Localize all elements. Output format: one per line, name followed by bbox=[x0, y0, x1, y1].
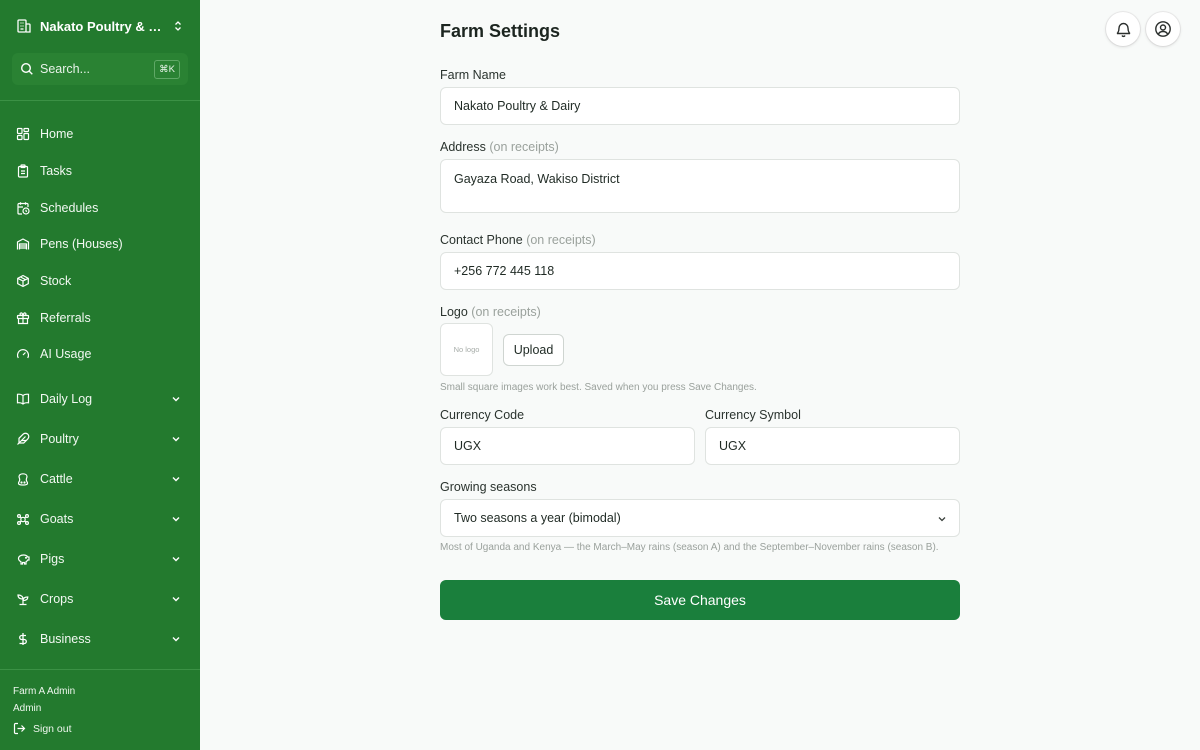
farm-switcher[interactable]: Nakato Poultry & Da... bbox=[0, 0, 200, 52]
logo-label: Logo (on receipts) bbox=[440, 305, 541, 319]
currency-symbol-label: Currency Symbol bbox=[705, 408, 801, 422]
sidebar-item-label: AI Usage bbox=[40, 347, 92, 362]
log-out-icon bbox=[13, 722, 26, 735]
gauge-icon bbox=[16, 347, 30, 361]
search-shortcut: ⌘K bbox=[154, 59, 180, 79]
divider bbox=[0, 100, 200, 101]
sign-out-button[interactable]: Sign out bbox=[13, 722, 72, 735]
upload-button[interactable]: Upload bbox=[503, 334, 564, 366]
chevron-down-icon bbox=[937, 514, 947, 524]
sidebar-group-crops[interactable]: Crops bbox=[0, 579, 200, 619]
sidebar-group-label: Poultry bbox=[40, 431, 79, 446]
sidebar-group-goats[interactable]: Goats bbox=[0, 499, 200, 539]
bell-icon bbox=[1115, 21, 1132, 38]
goat-icon bbox=[16, 512, 30, 526]
logo-preview: No logo bbox=[440, 323, 493, 376]
feather-icon bbox=[16, 432, 30, 446]
sidebar-group-label: Goats bbox=[40, 511, 74, 526]
farm-name-input[interactable]: Nakato Poultry & Dairy bbox=[440, 87, 960, 125]
address-textarea[interactable]: Gayaza Road, Wakiso District bbox=[440, 159, 960, 213]
chevron-down-icon bbox=[170, 553, 182, 565]
sidebar-item-label: Referrals bbox=[40, 310, 91, 325]
currency-symbol-input[interactable]: UGX bbox=[705, 427, 960, 465]
sidebar-group-label: Pigs bbox=[40, 551, 65, 566]
sidebar-item-label: Stock bbox=[40, 274, 72, 289]
user-circle-icon bbox=[1154, 20, 1172, 38]
dollar-icon bbox=[16, 632, 30, 646]
address-label: Address (on receipts) bbox=[440, 140, 559, 154]
currency-code-input[interactable]: UGX bbox=[440, 427, 695, 465]
seasons-label: Growing seasons bbox=[440, 480, 537, 494]
farm-name: Nakato Poultry & Da... bbox=[40, 18, 166, 34]
sidebar-group-business[interactable]: Business bbox=[0, 619, 200, 659]
sidebar-item-pens[interactable]: Pens (Houses) bbox=[0, 226, 200, 263]
search-input[interactable]: Search... ⌘K bbox=[12, 53, 188, 85]
search-placeholder: Search... bbox=[40, 62, 91, 76]
sidebar-group-label: Daily Log bbox=[40, 391, 93, 406]
cattle-icon bbox=[16, 472, 30, 486]
sidebar-item-tasks[interactable]: Tasks bbox=[0, 153, 200, 190]
chevron-down-icon bbox=[170, 633, 182, 645]
logo-help-text: Small square images work best. Saved whe… bbox=[440, 382, 757, 393]
chevron-down-icon bbox=[170, 433, 182, 445]
chevron-down-icon bbox=[170, 593, 182, 605]
chevron-down-icon bbox=[170, 393, 182, 405]
save-changes-button[interactable]: Save Changes bbox=[440, 580, 960, 620]
grid-icon bbox=[16, 127, 30, 141]
package-icon bbox=[16, 274, 30, 288]
seasons-select[interactable]: Two seasons a year (bimodal) bbox=[440, 499, 960, 537]
chevron-down-icon bbox=[170, 513, 182, 525]
sign-out-label: Sign out bbox=[33, 722, 72, 735]
account-button[interactable] bbox=[1146, 12, 1180, 46]
sidebar-item-label: Tasks bbox=[40, 164, 72, 179]
search-icon bbox=[20, 62, 34, 76]
clipboard-icon bbox=[16, 164, 30, 178]
user-info: Farm A Admin Admin bbox=[13, 684, 75, 717]
page-title: Farm Settings bbox=[440, 21, 561, 41]
sidebar-group-pigs[interactable]: Pigs bbox=[0, 539, 200, 579]
sidebar-group-poultry[interactable]: Poultry bbox=[0, 419, 200, 459]
farm-name-label: Farm Name bbox=[440, 68, 506, 82]
user-role: Admin bbox=[13, 702, 42, 714]
sidebar-group-daily-log[interactable]: Daily Log bbox=[0, 379, 200, 419]
warehouse-icon bbox=[16, 237, 30, 251]
book-open-icon bbox=[16, 392, 30, 406]
divider bbox=[0, 669, 200, 670]
notifications-button[interactable] bbox=[1106, 12, 1140, 46]
sidebar-item-home[interactable]: Home bbox=[0, 116, 200, 153]
chevrons-up-down-icon bbox=[172, 20, 184, 32]
sidebar-item-label: Home bbox=[40, 127, 74, 142]
sidebar-group-label: Crops bbox=[40, 591, 74, 606]
sidebar-item-referrals[interactable]: Referrals bbox=[0, 299, 200, 336]
chevron-down-icon bbox=[170, 473, 182, 485]
sidebar-item-label: Schedules bbox=[40, 200, 99, 215]
sidebar-item-schedules[interactable]: Schedules bbox=[0, 189, 200, 226]
seasons-help-text: Most of Uganda and Kenya — the March–May… bbox=[440, 542, 939, 553]
piggy-icon bbox=[16, 552, 30, 566]
calendar-clock-icon bbox=[16, 201, 30, 215]
currency-code-label: Currency Code bbox=[440, 408, 525, 422]
sidebar: Nakato Poultry & Da... Search... ⌘K Home… bbox=[0, 0, 200, 750]
sidebar-group-label: Cattle bbox=[40, 471, 73, 486]
building-icon bbox=[16, 18, 32, 34]
sidebar-item-stock[interactable]: Stock bbox=[0, 263, 200, 300]
sprout-icon bbox=[16, 592, 30, 606]
user-name: Farm A Admin bbox=[13, 686, 76, 697]
sidebar-nav: Home Tasks Schedules Pens (Houses) Stock… bbox=[0, 116, 200, 659]
gift-icon bbox=[16, 311, 30, 325]
phone-label: Contact Phone (on receipts) bbox=[440, 233, 596, 247]
sidebar-item-label: Pens (Houses) bbox=[40, 237, 123, 252]
sidebar-item-ai-usage[interactable]: AI Usage bbox=[0, 336, 200, 373]
sidebar-group-label: Business bbox=[40, 631, 91, 646]
phone-input[interactable]: +256 772 445 118 bbox=[440, 252, 960, 290]
sidebar-group-cattle[interactable]: Cattle bbox=[0, 459, 200, 499]
